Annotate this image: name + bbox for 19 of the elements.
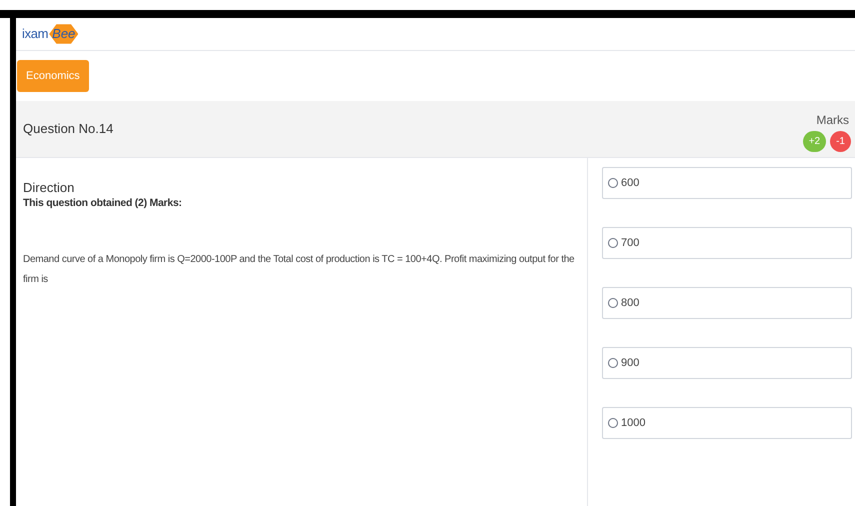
logo-mark: Bee bbox=[49, 24, 78, 44]
marks-label: Marks bbox=[816, 112, 850, 128]
question-title: Question No.14 bbox=[23, 120, 114, 138]
radio-button[interactable] bbox=[608, 358, 618, 368]
answer-option[interactable]: 900 bbox=[602, 347, 852, 379]
radio-button[interactable] bbox=[608, 238, 618, 248]
question-text: Demand curve of a Monopoly firm is Q=2000-100P and the Total cost of production is TC = 100+4Q. Profit maximizing output for the firm is bbox=[23, 253, 576, 287]
radio-button[interactable] bbox=[608, 298, 618, 308]
answer-option[interactable]: 800 bbox=[602, 287, 852, 319]
radio-button[interactable] bbox=[608, 178, 618, 188]
answer-option[interactable]: 600 bbox=[602, 167, 852, 199]
mark-badge: +2 bbox=[802, 130, 826, 152]
direction-heading: Direction bbox=[23, 180, 76, 196]
logo-text: ixam bbox=[22, 25, 48, 44]
answer-option[interactable]: 700 bbox=[602, 227, 852, 259]
mark-badge: -1 bbox=[830, 130, 851, 152]
marks-obtained-text: This question obtained (2) Marks: bbox=[23, 196, 183, 212]
answer-option[interactable]: 1000 bbox=[602, 407, 852, 439]
radio-button[interactable] bbox=[608, 418, 618, 428]
